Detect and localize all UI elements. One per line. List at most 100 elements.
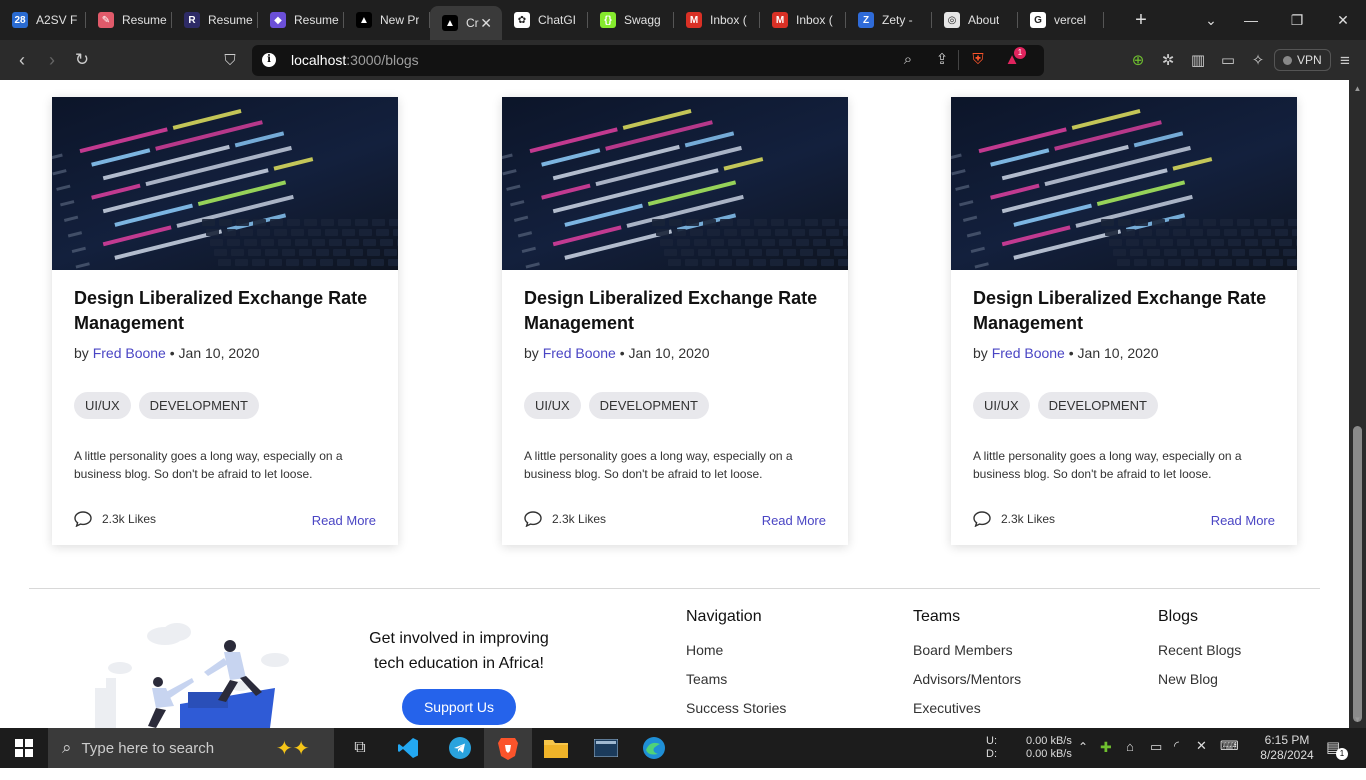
telegram-icon[interactable] [436,728,484,768]
tag-chip[interactable]: DEVELOPMENT [138,392,259,419]
author-link[interactable]: Fred Boone [93,345,166,361]
tab-title: Swagg [624,13,661,27]
footer-link[interactable]: Board Members [913,640,1021,669]
browser-tab[interactable]: ✎ Resume [86,0,172,40]
footer-link[interactable]: Teams [686,669,786,698]
tab-favicon-icon: R [184,12,200,28]
blog-card[interactable]: Design Liberalized Exchange Rate Managem… [951,97,1297,545]
blog-card[interactable]: Design Liberalized Exchange Rate Managem… [502,97,848,545]
scroll-down-icon[interactable]: ▼ [1353,715,1362,724]
likes-indicator[interactable]: 2.3k Likes [74,511,156,527]
blog-cover-image[interactable] [502,97,848,270]
read-more-link[interactable]: Read More [312,513,376,528]
tag-chip[interactable]: DEVELOPMENT [1037,392,1158,419]
browser-tab[interactable]: Z Zety - [846,0,932,40]
reload-icon[interactable]: ↻ [70,48,94,72]
vpn-button[interactable]: VPN [1274,49,1331,71]
read-more-link[interactable]: Read More [762,513,826,528]
likes-indicator[interactable]: 2.3k Likes [524,511,606,527]
windows-start-icon[interactable] [0,728,48,768]
sidebar-toggle-icon[interactable]: ▥ [1188,51,1208,71]
close-window-button[interactable]: ✕ [1320,0,1366,40]
wifi-icon[interactable]: ◜ [1174,738,1179,778]
zoom-icon[interactable]: ⌕ [898,50,918,70]
likes-indicator[interactable]: 2.3k Likes [973,511,1055,527]
tray-usb-icon[interactable]: ⌂ [1126,739,1134,779]
browser-tab[interactable]: ◎ About [932,0,1018,40]
tag-chip[interactable]: DEVELOPMENT [588,392,709,419]
tray-app-icon[interactable]: ✚ [1100,739,1112,779]
edge-icon[interactable] [630,728,678,768]
search-highlight-icon[interactable]: ✦✦ [276,736,310,761]
browser-tab[interactable]: R Resume [172,0,258,40]
scrollbar-thumb[interactable] [1353,426,1362,722]
browser-tab[interactable]: ✿ ChatGI [502,0,588,40]
tag-list: UI/UX DEVELOPMENT [74,392,259,419]
tag-chip[interactable]: UI/UX [973,392,1030,419]
footer-link[interactable]: Recent Blogs [1158,640,1241,669]
restore-button[interactable]: ❐ [1274,0,1320,40]
battery-icon[interactable]: ▭ [1150,739,1162,779]
rewards-badge: 1 [1014,47,1026,59]
browser-tab[interactable]: M Inbox ( [760,0,846,40]
read-more-link[interactable]: Read More [1211,513,1275,528]
browser-tab[interactable]: ◆ Resume [258,0,344,40]
tag-chip[interactable]: UI/UX [524,392,581,419]
browser-tab[interactable]: 28 A2SV F [0,0,86,40]
tab-favicon-icon: 28 [12,12,28,28]
blog-card[interactable]: Design Liberalized Exchange Rate Managem… [52,97,398,545]
footer-link[interactable]: Home [686,640,786,669]
address-bar[interactable]: i localhost:3000/blogs ⌕ ⇪ ⛨ ▲ 1 [252,45,1044,76]
bookmark-icon[interactable]: ⛉ [218,48,242,72]
blog-title[interactable]: Design Liberalized Exchange Rate Managem… [524,286,834,336]
tab-title: Resume [294,13,339,27]
page-viewport: Design Liberalized Exchange Rate Managem… [0,80,1349,728]
task-view-icon[interactable]: ⧉ [336,728,384,768]
cta-line-1: Get involved in improving [369,630,549,647]
browser-tab[interactable]: ▲ New Pr [344,0,430,40]
close-tab-icon[interactable]: ✕ [480,15,492,32]
tab-favicon-icon: ▲ [356,12,372,28]
site-info-icon[interactable]: i [262,53,276,67]
browser-tab[interactable]: ▲ Cr ✕ [430,6,502,40]
blog-title[interactable]: Design Liberalized Exchange Rate Managem… [973,286,1283,336]
mysql-workbench-icon[interactable] [582,728,630,768]
vscode-icon[interactable] [384,728,432,768]
browser-tab[interactable]: {} Swagg [588,0,674,40]
extensions-puzzle-icon[interactable]: ✲ [1158,51,1178,71]
extension-green-icon[interactable]: ⊕ [1128,51,1148,71]
tray-expand-icon[interactable]: ⌃ [1078,740,1088,780]
brave-shields-icon[interactable]: ⛨ [968,50,988,70]
page-scrollbar[interactable]: ▲ ▼ [1349,80,1366,728]
menu-icon[interactable]: ≡ [1335,51,1355,71]
brave-taskbar-icon[interactable] [484,728,532,768]
clock[interactable]: 6:15 PM 8/28/2024 [1256,733,1318,773]
taskbar-search[interactable]: ⌕ Type here to search ✦✦ [48,728,334,768]
blog-cover-image[interactable] [52,97,398,270]
file-explorer-icon[interactable] [532,728,580,768]
tag-chip[interactable]: UI/UX [74,392,131,419]
blog-cover-image[interactable] [951,97,1297,270]
minimize-button[interactable]: — [1228,0,1274,40]
scroll-up-icon[interactable]: ▲ [1353,84,1362,93]
footer-link[interactable]: Advisors/Mentors [913,669,1021,698]
author-link[interactable]: Fred Boone [992,345,1065,361]
support-us-button[interactable]: Support Us [402,689,516,725]
url-text[interactable]: localhost:3000/blogs [291,52,419,68]
footer-link[interactable]: Success Stories [686,698,786,727]
author-link[interactable]: Fred Boone [543,345,616,361]
new-tab-button[interactable]: + [1118,0,1164,40]
footer-link[interactable]: New Blog [1158,669,1241,698]
tab-favicon-icon: ◆ [270,12,286,28]
footer-link[interactable]: Executives [913,698,1021,727]
leo-ai-icon[interactable]: ✧ [1248,51,1268,71]
volume-muted-icon[interactable]: ✕ [1196,738,1207,778]
browser-tab[interactable]: Gvercel [1018,0,1104,40]
forward-icon[interactable]: › [40,48,64,72]
wallet-icon[interactable]: ▭ [1218,51,1238,71]
browser-tab[interactable]: M Inbox ( [674,0,760,40]
back-icon[interactable]: ‹ [10,48,34,72]
blog-title[interactable]: Design Liberalized Exchange Rate Managem… [74,286,384,336]
share-icon[interactable]: ⇪ [932,50,952,70]
keyboard-icon[interactable]: ⌨ [1220,738,1239,778]
